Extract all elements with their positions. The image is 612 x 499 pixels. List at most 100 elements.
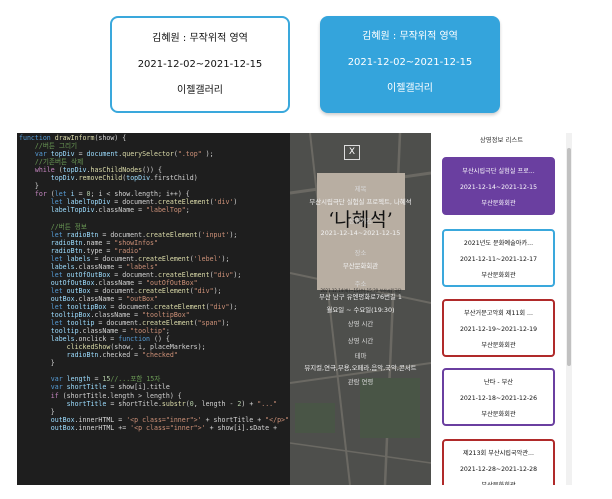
- code-token: createElement: [142, 319, 194, 328]
- code-token: "span": [197, 319, 222, 328]
- code-token: );: [213, 286, 222, 295]
- code-token: .name =: [82, 238, 115, 247]
- info-label: 관람 연령: [347, 378, 374, 386]
- code-token: + show[i].sDate +: [205, 423, 278, 432]
- list-item-dates: 2021-12-14~2021-12-15: [459, 184, 538, 191]
- code-token: //버튼 그리기: [19, 142, 78, 151]
- code-token: labels: [19, 335, 75, 344]
- code-line: while (topDiv.hasChildNodes()) {: [19, 166, 290, 174]
- code-line: let labelTopDiv = document.createElement…: [19, 198, 290, 206]
- code-token: outBox: [66, 286, 91, 295]
- code-token: labelTopDiv: [66, 198, 111, 207]
- code-token: outBox: [19, 415, 75, 424]
- code-line: radioBtn.checked = "checked": [19, 351, 290, 359]
- code-token: let: [19, 254, 67, 263]
- code-token: .className =: [74, 262, 127, 271]
- code-token: "checked": [142, 351, 178, 360]
- code-token: while: [19, 166, 59, 175]
- code-line: outBox.innerHTML += '<p class="inner">' …: [19, 424, 290, 432]
- code-line: tooltipBox.className = "tooltipBox": [19, 311, 290, 319]
- code-token: }: [19, 182, 39, 191]
- code-token: );: [201, 150, 214, 159]
- code-token: }: [19, 359, 55, 368]
- code-token: "showInfos": [114, 238, 158, 247]
- code-line: //버튼 그리기: [19, 142, 290, 150]
- code-line: }: [19, 408, 290, 416]
- code-line: let radioBtn = document.createElement('i…: [19, 231, 290, 239]
- info-label: 장소: [354, 249, 367, 257]
- code-line: outBox.className = "outBox": [19, 295, 290, 303]
- code-line: for (let i = 0; i < show.length; i++) {: [19, 190, 290, 198]
- code-line: }: [19, 359, 290, 367]
- list-item-dates: 2021-12-19~2021-12-19: [459, 326, 538, 333]
- info-value: 부산시립극단 실험실 프로젝트, 나혜석: [309, 198, 412, 206]
- code-token: shortTitle: [66, 383, 107, 392]
- code-token: //버튼 정보: [19, 222, 87, 231]
- list-item-title: 부산거문고악회 제11회 ...: [464, 310, 533, 317]
- info-label: 제목: [354, 185, 367, 193]
- code-line: radioBtn.type = "radio": [19, 247, 290, 255]
- list-title: 상영정보 리스트: [479, 136, 524, 144]
- code-token: () {: [153, 335, 170, 344]
- code-token: hasChildNodes: [90, 166, 143, 175]
- show-card-filled[interactable]: 김혜원 : 무작위적 영역 2021-12-02~2021-12-15 이젤갤러…: [320, 16, 500, 113]
- code-token: function: [19, 134, 55, 142]
- code-line: if (shortTitle.length > length) {: [19, 392, 290, 400]
- code-token: outBox: [19, 294, 75, 303]
- show-list-item[interactable]: 난타 - 부산 2021-12-18~2021-12-26 부산문화회관: [442, 368, 555, 426]
- show-title: 김혜원 : 무작위적 영역: [362, 31, 458, 42]
- code-token: =: [74, 150, 87, 159]
- map-panel[interactable]: X ‘나혜석’ 2021.12.14(화)~15(수) 15:30 부산시립극단…: [290, 133, 431, 485]
- code-token: =: [74, 190, 87, 199]
- code-line: //버튼 정보: [19, 223, 290, 231]
- list-item-title: 2021년도 문화예술아카...: [463, 240, 534, 247]
- code-token: "tooltipBox": [142, 311, 190, 320]
- info-value: 뮤지컬,연극,무용,오페라,음악,국악,콘서트: [304, 364, 417, 372]
- close-icon[interactable]: X: [344, 145, 360, 160]
- code-line: }: [19, 182, 290, 190]
- code-line: var length = 15//...포함 15자: [19, 375, 290, 383]
- code-line: topDiv.removeChild(topDiv.firstChild): [19, 174, 290, 182]
- show-dates: 2021-12-02~2021-12-15: [137, 59, 263, 70]
- code-line: function drawInform(show) {: [19, 134, 290, 142]
- code-token: substr: [161, 399, 186, 408]
- code-line: //기존버튼 삭제: [19, 158, 290, 166]
- code-token: if: [19, 391, 63, 400]
- code-token: for: [19, 190, 51, 199]
- code-line: outBox.innerHTML = '<p class="inner">' +…: [19, 416, 290, 424]
- code-token: "tooltip": [130, 327, 166, 336]
- code-line: labels.className = "labels": [19, 263, 290, 271]
- code-token: let: [19, 198, 67, 207]
- list-item-dates: 2021-12-11~2021-12-17: [459, 256, 538, 263]
- code-line: clickedShow(show, i, placeMarkers);: [19, 343, 290, 351]
- show-card-outlined[interactable]: 김혜원 : 무작위적 영역 2021-12-02~2021-12-15 이젤갤러…: [110, 16, 290, 113]
- code-token: '<p class="inner">': [130, 423, 206, 432]
- list-item-venue: 부산문화회관: [481, 200, 516, 207]
- code-token: = document.: [110, 270, 158, 279]
- show-list-item[interactable]: 부산시립극단 실험실 프로... 2021-12-14~2021-12-15 부산문…: [442, 157, 555, 215]
- code-token: "div": [209, 302, 230, 311]
- list-item-dates: 2021-12-18~2021-12-26: [459, 395, 538, 402]
- code-token: drawInform: [54, 134, 95, 142]
- code-token: "labelTop": [146, 206, 186, 215]
- info-label: 상영 시간: [347, 337, 374, 345]
- code-token: = document.: [90, 286, 139, 295]
- show-list-item[interactable]: 제213회 부산시립국악관... 2021-12-28~2021-12-28 부산문…: [442, 439, 555, 485]
- show-list-item[interactable]: 부산거문고악회 제11회 ... 2021-12-19~2021-12-19 부산문…: [442, 299, 555, 357]
- code-line: let outBox = document.createElement("div…: [19, 287, 290, 295]
- code-token: );: [229, 302, 238, 311]
- code-token: ;: [185, 206, 190, 215]
- code-token: 'lebel': [193, 254, 222, 263]
- show-title: 김혜원 : 무작위적 영역: [152, 33, 248, 44]
- list-scrollbar-thumb[interactable]: [567, 148, 571, 366]
- show-list-item[interactable]: 2021년도 문화예술아카... 2021-12-11~2021-12-17 부산문…: [442, 229, 555, 287]
- code-token: "radio": [114, 246, 143, 255]
- code-token: topDiv: [19, 174, 75, 183]
- info-label: 상영기간: [348, 217, 373, 225]
- code-line: var shortTitle = show[i].title: [19, 383, 290, 391]
- code-editor[interactable]: function drawInform(show) { //버튼 그리기 var…: [17, 133, 290, 485]
- list-item-venue: 부산문화회관: [481, 411, 516, 418]
- code-token: "...": [257, 399, 278, 408]
